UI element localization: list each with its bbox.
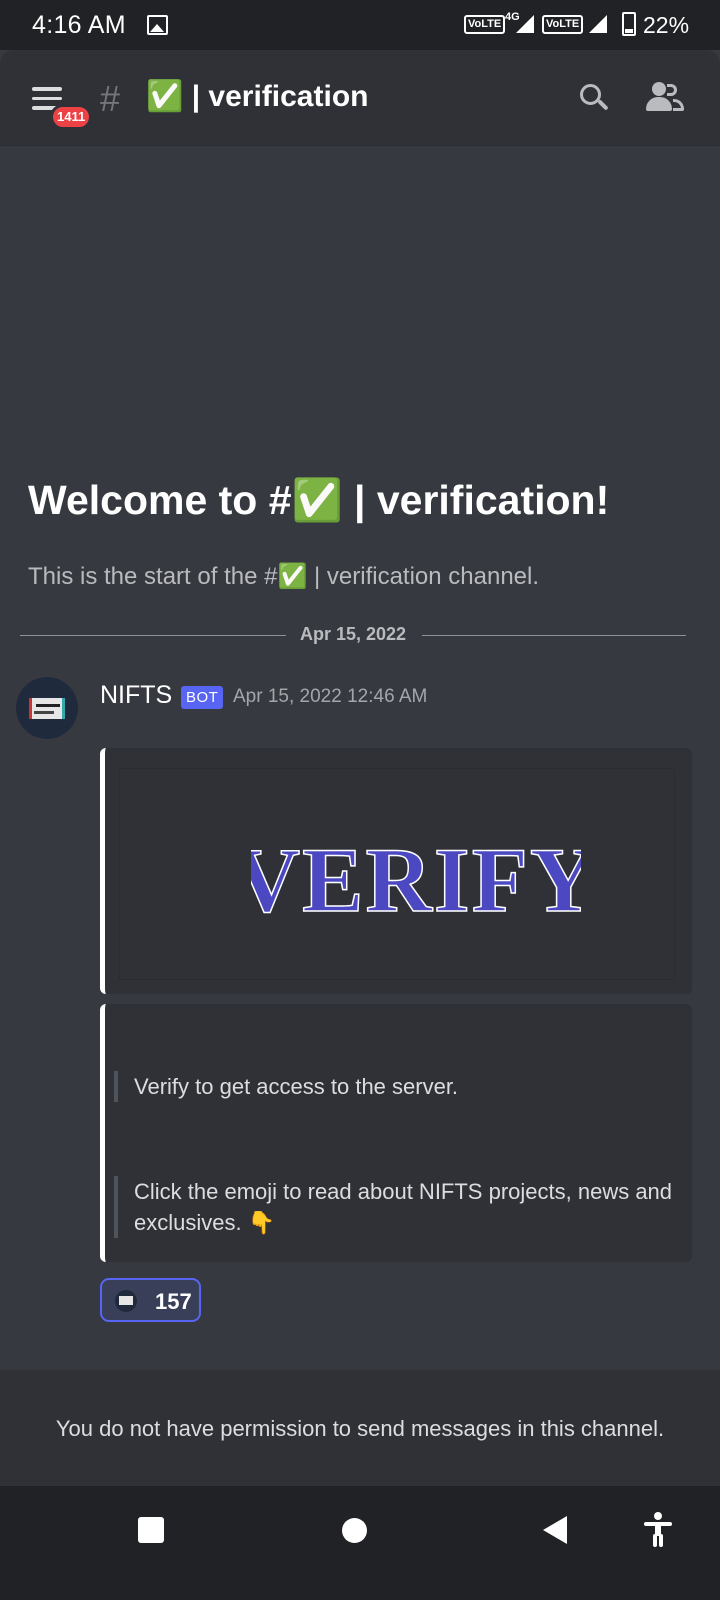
verify-banner-text: VERIFY [251,833,581,923]
system-nav-bar [0,1486,720,1600]
embed-image-card: VERIFY [100,748,692,994]
search-icon[interactable] [580,84,609,111]
verify-banner-image[interactable]: VERIFY [119,768,675,980]
members-icon[interactable] [646,82,684,112]
battery-icon [622,12,636,36]
home-button[interactable] [342,1518,367,1543]
welcome-subtitle: This is the start of the #✅ | verificati… [28,563,540,590]
gallery-notification-icon [147,15,168,35]
message-timestamp: Apr 15, 2022 12:46 AM [233,686,428,707]
status-bar: 4:16 AM VoLTE 4G VoLTE 22% [0,0,720,50]
permission-notice: You do not have permission to send messa… [55,1416,665,1441]
back-button[interactable] [543,1516,567,1544]
signal-icon [516,15,534,33]
reaction-emoji-icon [115,1290,137,1312]
reaction-button[interactable]: 157 [100,1278,201,1322]
channel-title[interactable]: ✅ | verification [146,79,368,114]
date-divider: Apr 15, 2022 [20,624,686,646]
status-time: 4:16 AM [32,11,126,39]
bot-tag: BOT [181,686,224,709]
permission-notice-bar: You do not have permission to send messa… [0,1370,720,1486]
recents-button[interactable] [138,1517,164,1543]
reaction-count: 157 [155,1289,192,1314]
divider-date: Apr 15, 2022 [300,624,407,644]
message-author[interactable]: NIFTS [100,681,172,710]
embed-quote-1: Verify to get access to the server. [114,1071,458,1102]
hash-icon: # [100,78,121,119]
channel-header: 1411 # ✅ | verification [0,50,720,146]
welcome-title: Welcome to #✅ | verification! [28,477,610,523]
battery-percent: 22% [643,12,690,38]
volte-icon: VoLTE [464,15,506,34]
verify-banner-graphic: VERIFY [251,833,581,923]
signal-icon-2 [589,15,607,33]
volte-icon-2: VoLTE [542,15,584,34]
embed-quote-2: Click the emoji to read about NIFTS proj… [114,1176,674,1238]
accessibility-icon[interactable] [644,1512,672,1548]
unread-badge: 1411 [50,104,93,130]
avatar[interactable] [16,677,78,739]
